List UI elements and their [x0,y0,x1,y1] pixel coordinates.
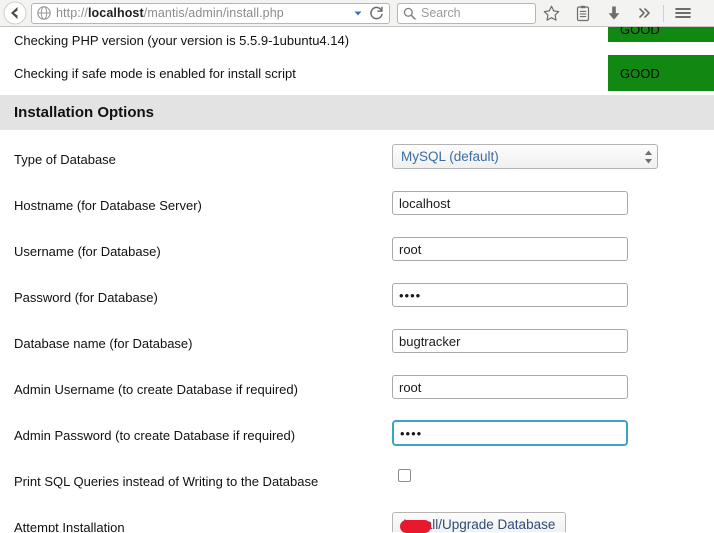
browser-toolbar: http://localhost/mantis/admin/install.ph… [0,0,714,27]
url-prefix: http:// [56,6,88,20]
print-sql-checkbox[interactable] [398,469,411,482]
hamburger-menu-icon[interactable] [667,0,698,27]
db-type-selected-value: MySQL (default) [401,149,499,164]
hostname-input[interactable] [392,191,628,215]
url-host: localhost [87,6,144,20]
check-label: Checking if safe mode is enabled for ins… [14,66,296,81]
database-name-input[interactable] [392,329,628,353]
form-row-hostname: Hostname (for Database Server) [0,186,714,232]
check-label: Checking PHP version (your version is 5.… [14,33,350,48]
search-icon [403,7,416,20]
form-row-admin-password: Admin Password (to create Database if re… [0,416,714,462]
form-row-print-sql: Print SQL Queries instead of Writing to … [0,462,714,508]
reload-icon[interactable] [368,5,385,22]
form-row-database-name: Database name (for Database) [0,324,714,370]
globe-icon [37,6,51,20]
form-label: Hostname (for Database Server) [14,198,202,213]
double-chevron-right-icon[interactable] [629,0,660,27]
form-row-admin-username: Admin Username (to create Database if re… [0,370,714,416]
install-page-content: Checking PHP version (your version is 5.… [0,27,714,532]
page-title: Installation Options [14,104,155,121]
installation-options-header: Installation Options [0,95,714,130]
toolbar-divider [663,4,664,22]
url-path: /mantis/admin/install.php [143,6,284,20]
form-label: Admin Username (to create Database if re… [14,382,298,397]
username-input[interactable] [392,237,628,261]
form-label: Username (for Database) [14,244,161,259]
form-row-password: Password (for Database) [0,278,714,324]
back-arrow-icon[interactable] [0,0,30,27]
search-placeholder-text: Search [421,6,461,20]
form-label: Admin Password (to create Database if re… [14,428,296,443]
star-icon[interactable] [536,0,567,27]
form-row-attempt-installation: Attempt Installation Install/Upgrade Dat… [0,508,714,532]
url-text: http://localhost/mantis/admin/install.ph… [56,6,351,20]
admin-username-input[interactable] [392,375,628,399]
admin-password-input[interactable] [392,420,628,446]
form-label: Password (for Database) [14,290,158,305]
form-row-username: Username (for Database) [0,232,714,278]
spinner-arrows-icon[interactable] [639,144,657,169]
status-badge: GOOD [608,27,714,42]
search-input[interactable]: Search [397,2,536,24]
status-badge: GOOD [608,55,714,91]
form-label: Print SQL Queries instead of Writing to … [14,474,319,489]
check-row: Checking PHP version (your version is 5.… [0,27,714,49]
form-label: Type of Database [14,152,116,167]
cursor-marker [400,520,431,533]
form-label: Database name (for Database) [14,336,193,351]
password-input[interactable] [392,283,628,307]
form-label: Attempt Installation [14,520,125,532]
download-arrow-icon[interactable] [598,0,629,27]
reader-list-icon[interactable] [567,0,598,27]
url-bar[interactable]: http://localhost/mantis/admin/install.ph… [31,2,390,24]
chevron-down-icon[interactable] [351,5,365,21]
check-row: Checking if safe mode is enabled for ins… [0,53,714,93]
db-type-select[interactable]: MySQL (default) [392,144,658,169]
form-row-db-type: Type of Database MySQL (default) [0,140,714,186]
